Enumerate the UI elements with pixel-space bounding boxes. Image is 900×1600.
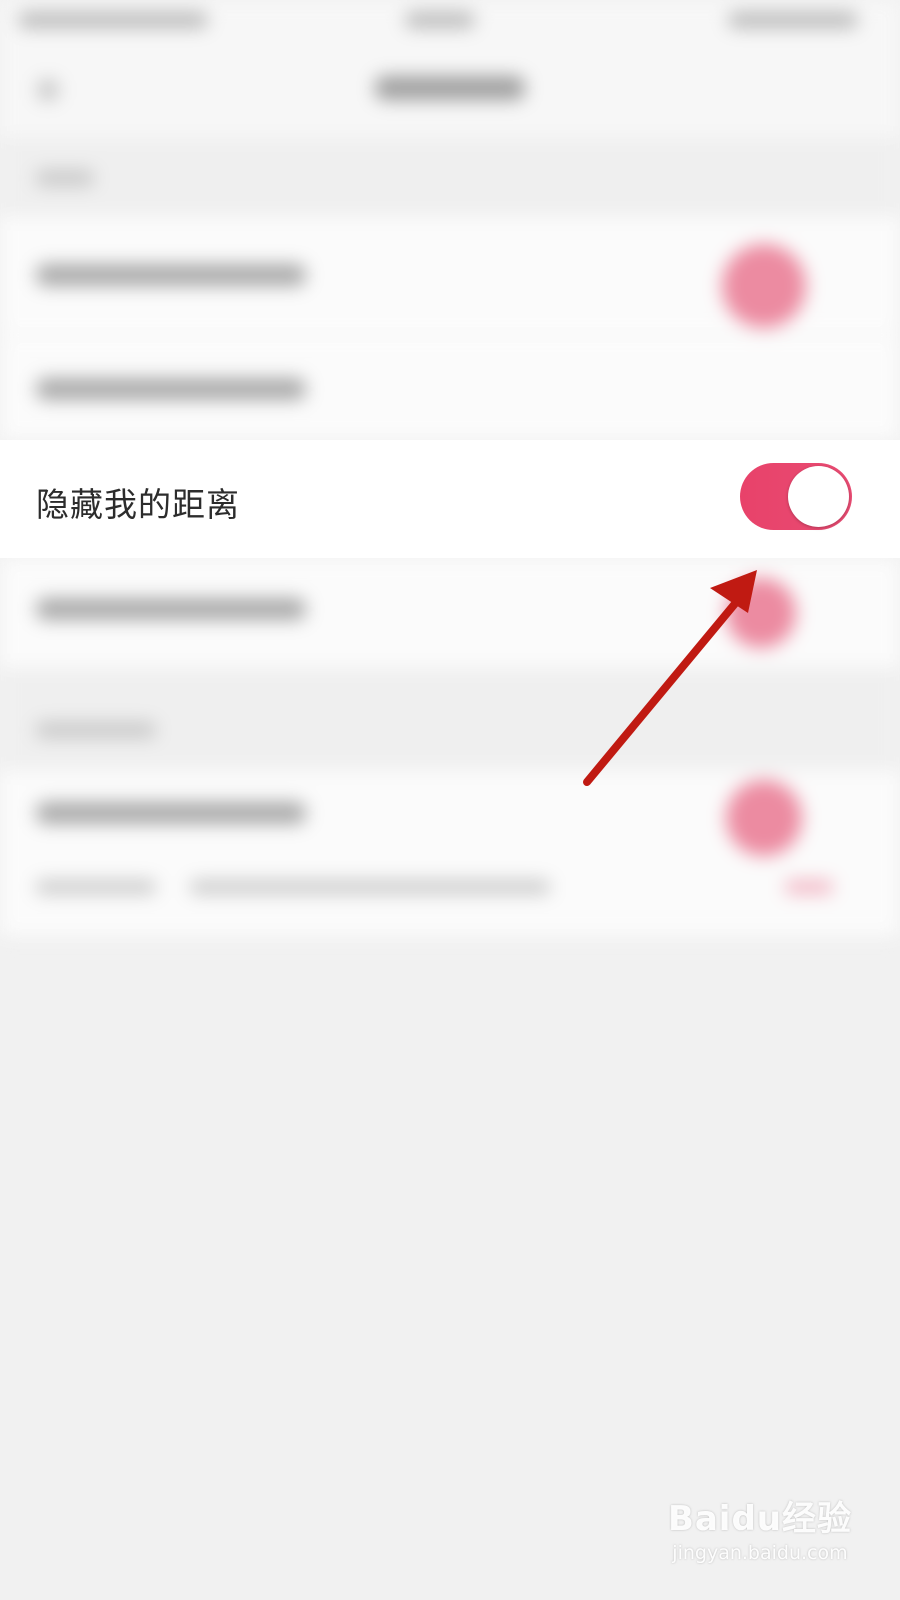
annotation-arrow-icon — [583, 570, 757, 786]
baidu-watermark: Baidu经验 jingyan.baidu.com — [668, 1491, 852, 1564]
watermark-url: jingyan.baidu.com — [672, 1542, 848, 1564]
watermark-logo: Baidu经验 — [667, 1499, 852, 1539]
arrow-shaft — [583, 596, 742, 786]
